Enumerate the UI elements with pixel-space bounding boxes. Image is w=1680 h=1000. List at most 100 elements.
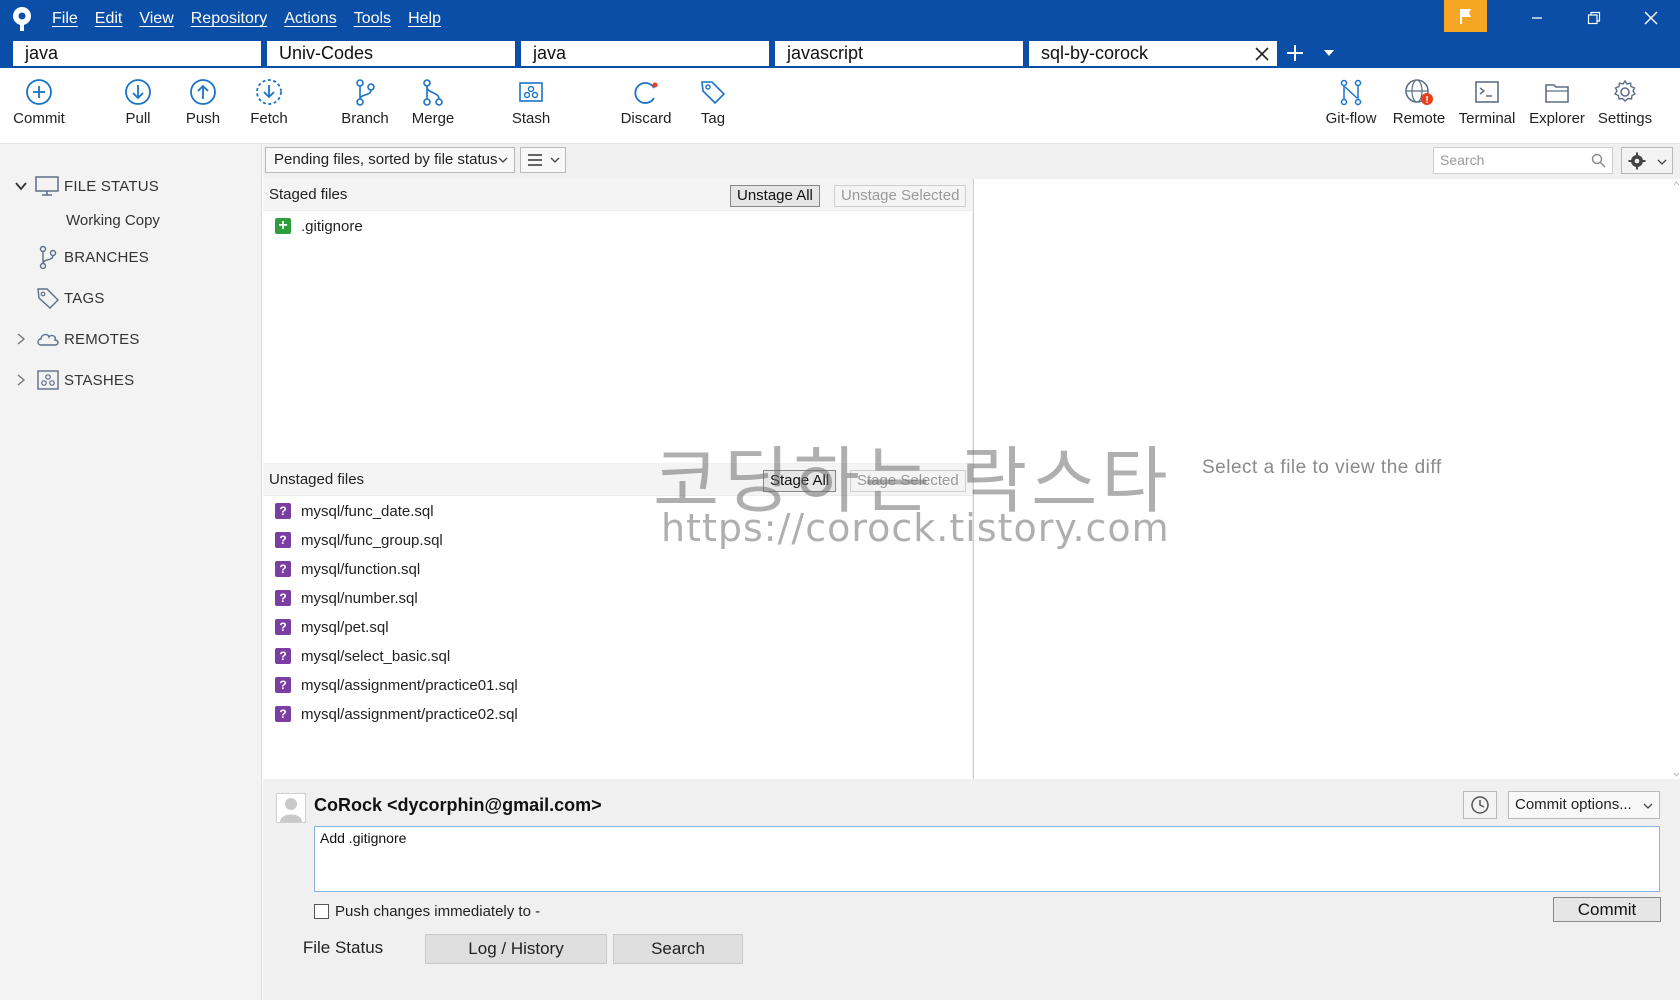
- diff-scrollbar[interactable]: [1673, 179, 1680, 779]
- close-tab-icon[interactable]: [1253, 45, 1271, 63]
- menu-tools[interactable]: Tools: [354, 10, 391, 28]
- restore-button[interactable]: [1565, 0, 1623, 36]
- menu-actions[interactable]: Actions: [284, 10, 336, 28]
- untracked-file-icon: ?: [275, 619, 291, 635]
- repo-tab[interactable]: Univ-Codes: [266, 40, 516, 67]
- sidebar-item-remotes[interactable]: REMOTES: [36, 325, 140, 353]
- untracked-file-icon: ?: [275, 503, 291, 519]
- settings-toolbar-button[interactable]: Settings: [1590, 74, 1660, 140]
- chevron-down-icon[interactable]: [14, 179, 28, 193]
- explorer-toolbar-button[interactable]: Explorer: [1522, 74, 1592, 140]
- sidebar-item-tags[interactable]: TAGS: [36, 284, 105, 312]
- toolbar-label: Branch: [341, 110, 389, 127]
- unstaged-file-row[interactable]: ? mysql/select_basic.sql: [275, 644, 450, 668]
- file-path: mysql/pet.sql: [301, 618, 389, 636]
- commit-options-label: Commit options...: [1515, 796, 1632, 813]
- tab-file-status[interactable]: File Status: [263, 934, 423, 964]
- unstaged-file-row[interactable]: ? mysql/number.sql: [275, 586, 418, 610]
- unstaged-file-row[interactable]: ? mysql/func_group.sql: [275, 528, 443, 552]
- title-bar: File Edit View Repository Actions Tools …: [0, 0, 1680, 38]
- staged-file-row[interactable]: + .gitignore: [275, 214, 363, 238]
- sidebar-item-stashes[interactable]: STASHES: [36, 366, 134, 394]
- chevron-right-icon[interactable]: [14, 332, 28, 346]
- menu-bar: File Edit View Repository Actions Tools …: [52, 0, 458, 38]
- options-dropdown[interactable]: [1621, 147, 1673, 174]
- unstage-selected-button[interactable]: Unstage Selected: [834, 185, 967, 207]
- sidebar-item-working-copy[interactable]: Working Copy: [66, 206, 160, 234]
- add-tab-icon[interactable]: [1284, 41, 1306, 65]
- unstaged-file-row[interactable]: ? mysql/pet.sql: [275, 615, 389, 639]
- stage-selected-button[interactable]: Stage Selected: [850, 470, 966, 492]
- tag-icon: [701, 81, 726, 105]
- tab-search[interactable]: Search: [613, 934, 743, 964]
- commit-options-dropdown[interactable]: Commit options...: [1508, 791, 1660, 819]
- pull-toolbar-button[interactable]: Pull: [103, 74, 173, 140]
- view-mode-dropdown[interactable]: [520, 147, 566, 173]
- discard-toolbar-button[interactable]: Discard: [611, 74, 681, 140]
- monitor-icon: [35, 176, 59, 196]
- toolbar-label: Commit: [13, 110, 65, 127]
- menu-repository[interactable]: Repository: [191, 10, 267, 28]
- minimize-button[interactable]: [1508, 0, 1566, 36]
- merge-toolbar-button[interactable]: Merge: [398, 74, 468, 140]
- close-window-button[interactable]: [1622, 0, 1680, 36]
- commit-history-button[interactable]: [1463, 791, 1497, 819]
- chevron-down-icon: [550, 157, 560, 163]
- tabs-dropdown-icon[interactable]: [1322, 46, 1336, 60]
- toolbar-label: Fetch: [250, 110, 288, 127]
- list-icon: [528, 154, 542, 166]
- unstaged-file-row[interactable]: ? mysql/function.sql: [275, 557, 420, 581]
- unstaged-file-row[interactable]: ? mysql/func_date.sql: [275, 499, 434, 523]
- sidebar-item-branches[interactable]: BRANCHES: [36, 243, 149, 271]
- chevron-down-icon: [1657, 159, 1667, 165]
- repo-tab-label: java: [533, 43, 567, 63]
- unstage-all-button[interactable]: Unstage All: [730, 185, 820, 207]
- file-path: mysql/function.sql: [301, 560, 421, 578]
- repo-tab[interactable]: java: [12, 40, 262, 67]
- flag-icon: [1459, 9, 1471, 24]
- terminal-toolbar-button[interactable]: Terminal: [1452, 74, 1522, 140]
- tab-log-history[interactable]: Log / History: [425, 934, 607, 964]
- commit-toolbar-button[interactable]: Commit: [4, 74, 74, 140]
- sidebar-item-file-status[interactable]: FILE STATUS: [34, 172, 159, 200]
- svg-text:!: !: [1425, 95, 1428, 106]
- menu-help[interactable]: Help: [408, 10, 441, 28]
- repo-tab[interactable]: javascript: [774, 40, 1024, 67]
- toolbar-label: Terminal: [1458, 110, 1516, 127]
- fetch-toolbar-button[interactable]: Fetch: [234, 74, 304, 140]
- file-path: mysql/number.sql: [301, 589, 418, 607]
- unstaged-file-row[interactable]: ? mysql/assignment/practice01.sql: [275, 673, 518, 697]
- bottom-tabs: File Status Log / History Search: [263, 934, 1680, 966]
- tag-toolbar-button[interactable]: Tag: [678, 74, 748, 140]
- notification-flag-button[interactable]: [1444, 0, 1487, 32]
- search-input[interactable]: Search: [1433, 147, 1613, 174]
- gitflow-toolbar-button[interactable]: Git-flow: [1316, 74, 1386, 140]
- gear-icon: [1613, 79, 1637, 102]
- commit-icon: [26, 79, 52, 105]
- untracked-file-icon: ?: [275, 532, 291, 548]
- push-immediately-checkbox[interactable]: Push changes immediately to -: [314, 903, 540, 920]
- repo-tab-active[interactable]: sql-by-corock: [1028, 40, 1278, 67]
- file-path: mysql/func_group.sql: [301, 531, 443, 549]
- discard-icon: [634, 82, 658, 104]
- commit-message-input[interactable]: Add .gitignore: [314, 826, 1660, 892]
- stash-toolbar-button[interactable]: Stash: [496, 74, 566, 140]
- commit-button[interactable]: Commit: [1553, 897, 1661, 922]
- repo-tab[interactable]: java: [520, 40, 770, 67]
- file-path: mysql/func_date.sql: [301, 502, 434, 520]
- chevron-down-icon: [1643, 803, 1653, 809]
- chevron-right-icon[interactable]: [14, 373, 28, 387]
- chevron-down-icon: [498, 157, 508, 163]
- avatar: [276, 793, 306, 823]
- branch-toolbar-button[interactable]: Branch: [330, 74, 400, 140]
- push-toolbar-button[interactable]: Push: [168, 74, 238, 140]
- remote-toolbar-button[interactable]: ! Remote: [1384, 74, 1454, 140]
- unstaged-files-title: Unstaged files: [269, 471, 365, 488]
- checkbox-box[interactable]: [314, 904, 329, 919]
- file-sort-dropdown[interactable]: Pending files, sorted by file status: [265, 147, 515, 173]
- menu-edit[interactable]: Edit: [95, 10, 123, 28]
- unstaged-file-row[interactable]: ? mysql/assignment/practice02.sql: [275, 702, 518, 726]
- menu-view[interactable]: View: [139, 10, 173, 28]
- stage-all-button[interactable]: Stage All: [763, 470, 837, 492]
- menu-file[interactable]: File: [52, 10, 78, 28]
